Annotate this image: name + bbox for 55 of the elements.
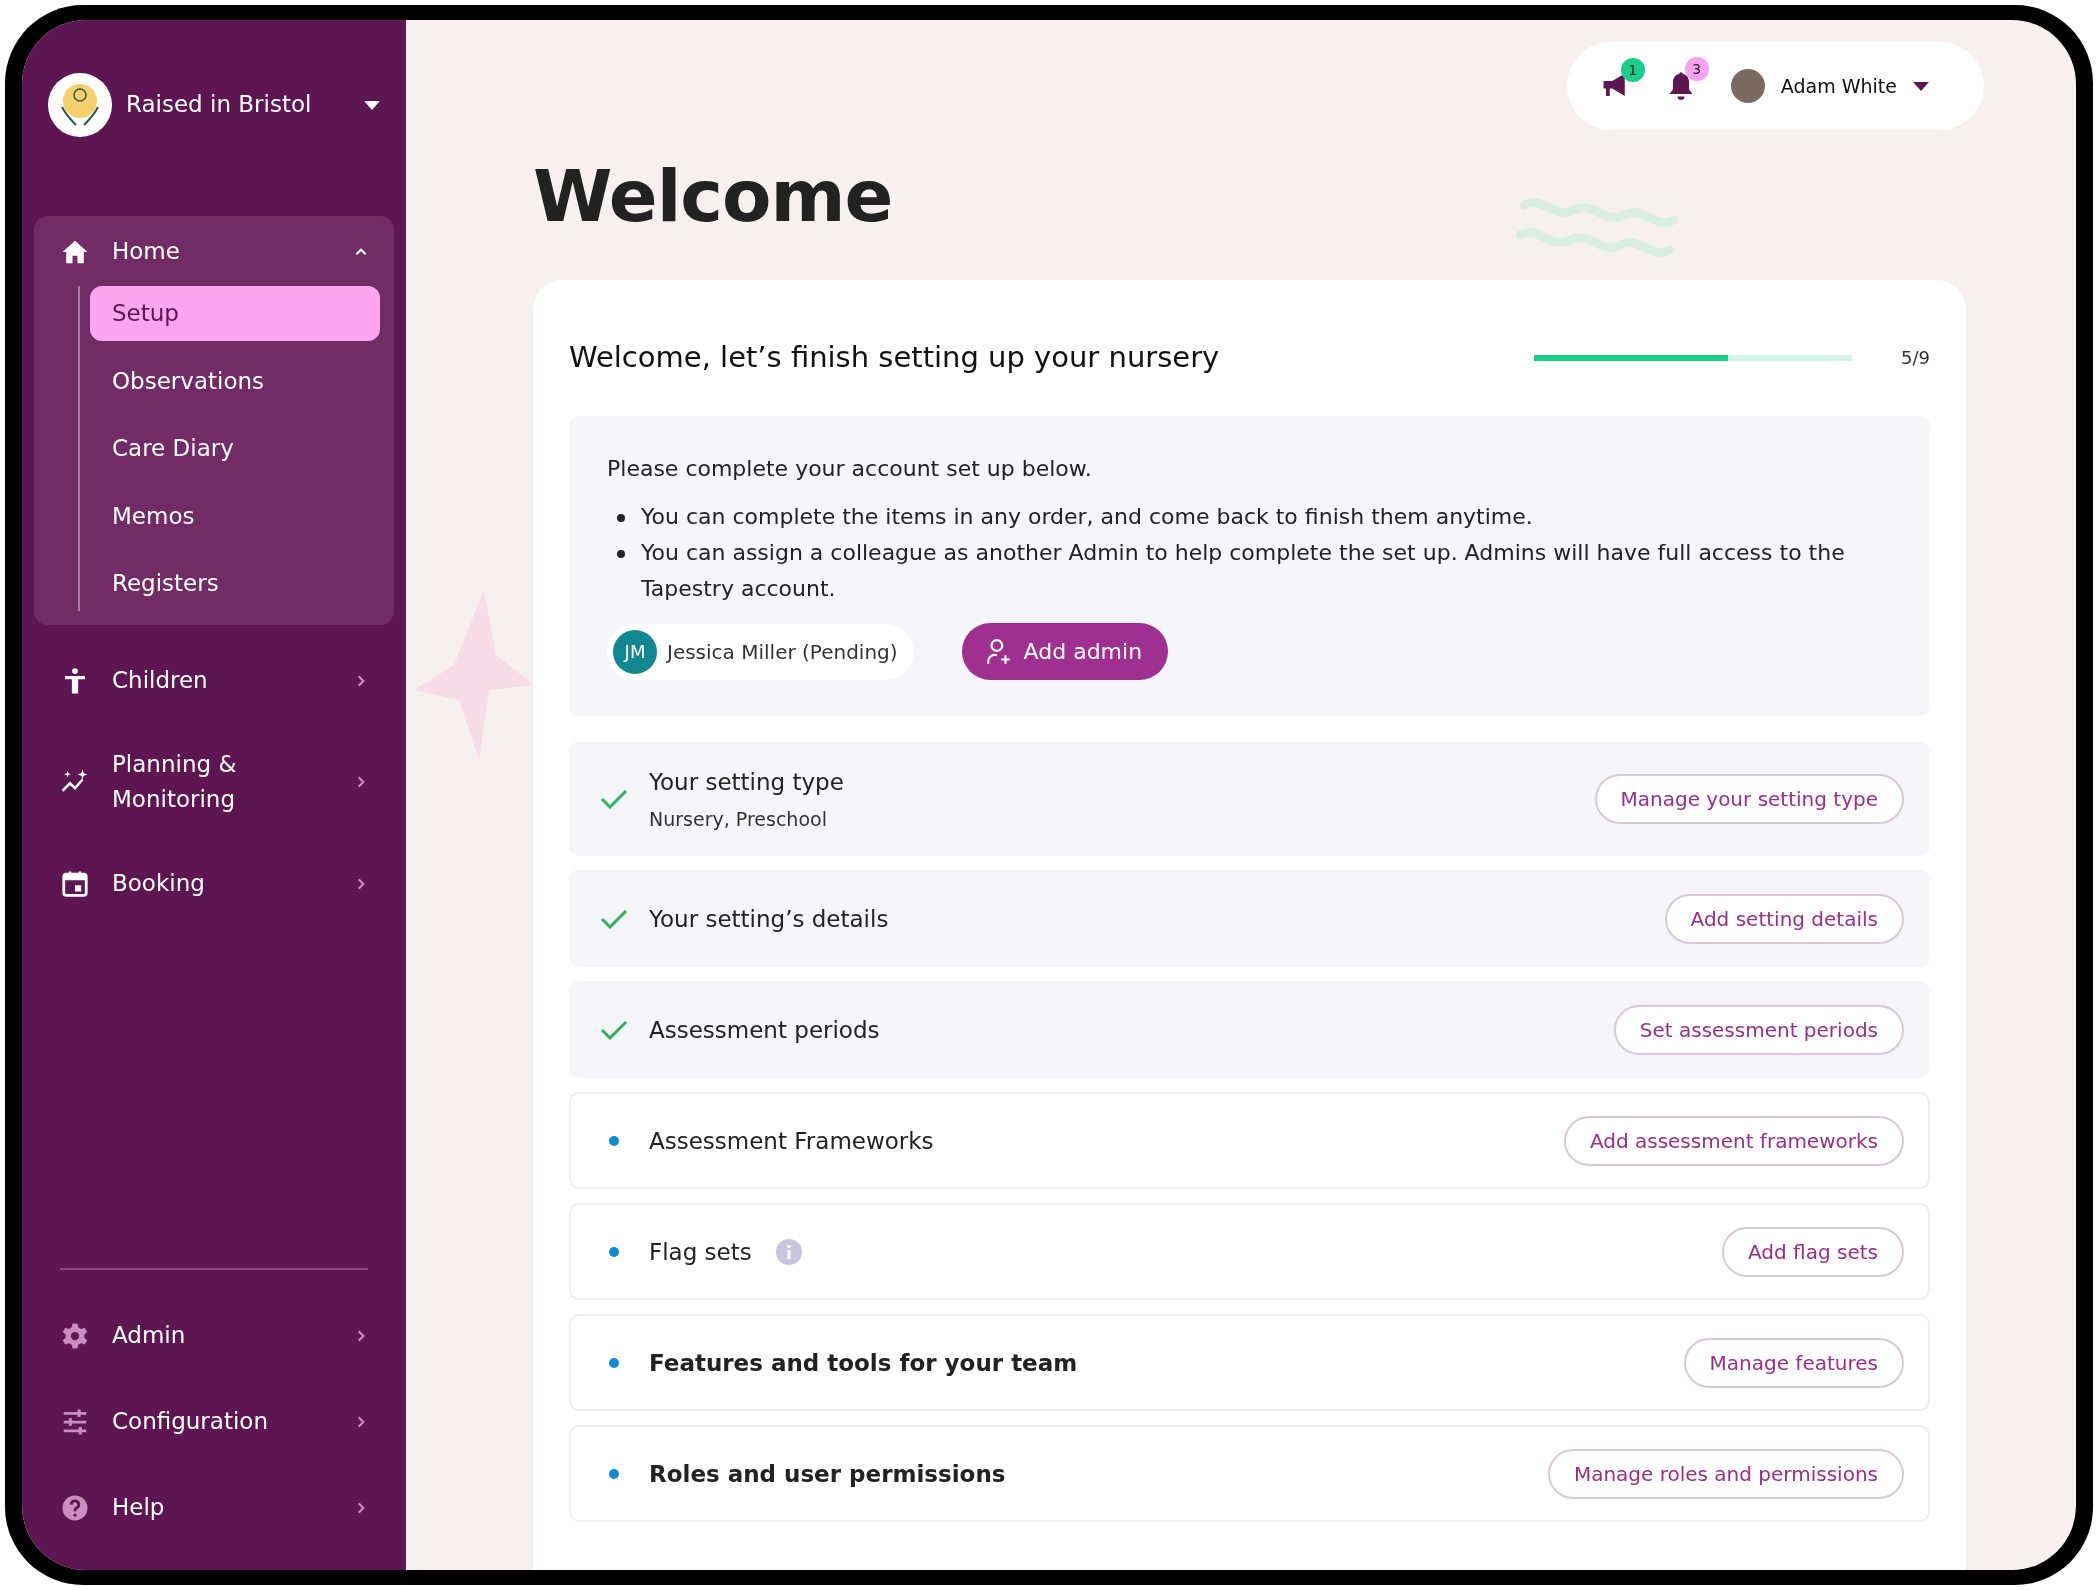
subnav-item[interactable]: Setup <box>90 286 380 341</box>
card-title: Welcome, let’s finish setting up your nursery <box>569 339 1221 376</box>
progress-reading: 5/9 <box>1900 346 1930 371</box>
count-badge: 1 <box>1620 58 1645 82</box>
bullet-dot-icon <box>609 1357 619 1368</box>
initials-avatar: JM <box>613 629 657 674</box>
nav-item[interactable]: Help <box>34 1482 394 1534</box>
task-title: Your setting’s details <box>649 904 889 934</box>
user-menu[interactable]: Adam White <box>1730 69 1929 103</box>
admin-name: Jessica Miller (Pending) <box>667 638 898 666</box>
bullet-dot-icon <box>609 1468 619 1479</box>
checkmark-icon <box>600 789 628 810</box>
dropdown-caret-icon[interactable] <box>364 100 380 110</box>
nav-item[interactable]: Home <box>34 226 394 278</box>
count-badge: 3 <box>1684 57 1709 81</box>
add-admin-button[interactable]: Add admin <box>961 623 1169 681</box>
bullet-dot-icon <box>609 1135 619 1146</box>
task-title: Assessment Frameworks <box>649 1126 934 1156</box>
bullet-dot-icon <box>609 1246 619 1257</box>
task-action-button[interactable]: Manage roles and permissions <box>1547 1448 1904 1499</box>
task-title: Your setting type <box>649 767 844 797</box>
checkmark-icon <box>600 908 628 929</box>
checkmark-icon <box>600 1019 628 1040</box>
nav-item[interactable]: Configuration <box>34 1396 394 1448</box>
nav-item[interactable]: Booking <box>34 857 394 910</box>
task-action-button[interactable]: Add assessment frameworks <box>1563 1115 1904 1166</box>
task-action-button[interactable]: Manage features <box>1683 1337 1904 1388</box>
subnav-item[interactable]: Registers <box>90 556 380 611</box>
task-title: Assessment periods <box>649 1015 880 1045</box>
task-title: Flag sets <box>649 1237 752 1267</box>
subnav-item[interactable]: Observations <box>90 353 380 408</box>
task-title: Roles and user permissions <box>649 1459 1006 1489</box>
task-action-button[interactable]: Add setting details <box>1664 893 1904 944</box>
bullet-dot-icon <box>617 549 625 558</box>
subnav-item[interactable]: Memos <box>90 488 380 543</box>
task-action-button[interactable]: Manage your setting type <box>1594 774 1904 825</box>
bullet-text: You can assign a colleague as another Admin to help complete the set up. Admins will have full access to the Tapestry account. <box>641 538 1846 604</box>
bullet-text: You can complete the items in any order, and come back to finish them anytime. <box>641 502 1533 531</box>
task-action-button[interactable]: Set assessment periods <box>1613 1004 1904 1055</box>
organization-name: Raised in Bristol <box>126 90 313 120</box>
nav-item[interactable]: Planning & Monitoring <box>34 746 394 818</box>
help-icon <box>60 1493 90 1523</box>
nav-item[interactable]: Children <box>34 654 394 707</box>
avatar-placeholder <box>1730 69 1765 103</box>
settings-icon <box>60 1321 90 1351</box>
add-user-icon <box>985 637 1012 666</box>
task-detail: Nursery, Preschool <box>649 807 828 833</box>
task-action-button[interactable]: Add flag sets <box>1722 1226 1904 1277</box>
caret-icon <box>1913 81 1929 91</box>
nav-item[interactable]: Admin <box>34 1310 394 1362</box>
bullet-dot-icon <box>617 513 625 522</box>
intro-text: Please complete your account set up below. <box>607 454 1093 483</box>
page-title: Welcome <box>533 160 894 232</box>
subnav-item[interactable]: Care Diary <box>90 421 380 476</box>
task-title: Features and tools for your team <box>649 1348 1078 1378</box>
